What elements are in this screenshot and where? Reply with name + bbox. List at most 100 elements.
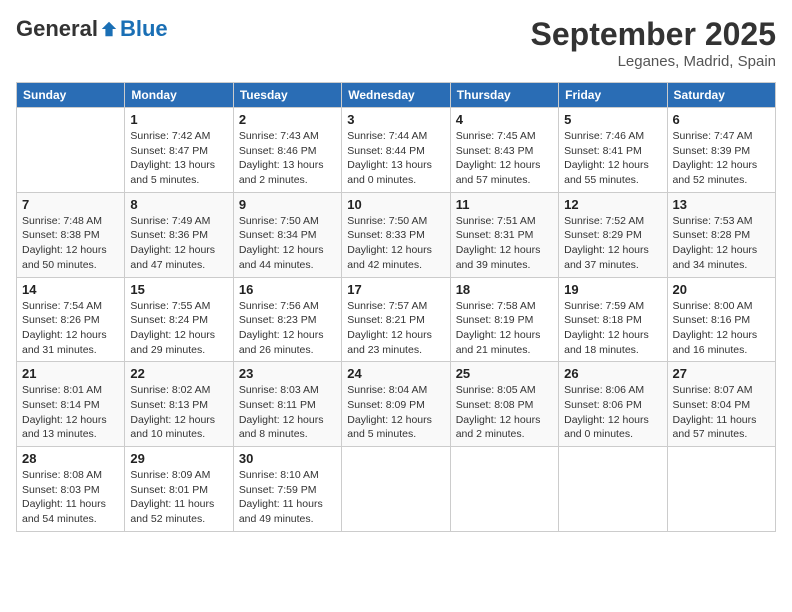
logo-blue: Blue [120, 16, 168, 42]
day-info: Sunrise: 7:53 AMSunset: 8:28 PMDaylight:… [673, 214, 770, 273]
day-number: 1 [130, 112, 227, 127]
day-number: 22 [130, 366, 227, 381]
calendar-cell [342, 447, 450, 532]
day-info: Sunrise: 8:07 AMSunset: 8:04 PMDaylight:… [673, 383, 770, 442]
calendar-cell: 11Sunrise: 7:51 AMSunset: 8:31 PMDayligh… [450, 192, 558, 277]
day-number: 12 [564, 197, 661, 212]
day-info: Sunrise: 7:55 AMSunset: 8:24 PMDaylight:… [130, 299, 227, 358]
day-info: Sunrise: 7:59 AMSunset: 8:18 PMDaylight:… [564, 299, 661, 358]
day-info: Sunrise: 7:50 AMSunset: 8:33 PMDaylight:… [347, 214, 444, 273]
calendar-cell: 4 Sunrise: 7:45 AMSunset: 8:43 PMDaylight… [450, 108, 558, 193]
calendar-cell: 18Sunrise: 7:58 AMSunset: 8:19 PMDayligh… [450, 277, 558, 362]
day-number: 27 [673, 366, 770, 381]
calendar-cell: 25 Sunrise: 8:05 AMSunset: 8:08 PMDayligh… [450, 362, 558, 447]
day-info: Sunrise: 7:56 AMSunset: 8:23 PMDaylight:… [239, 299, 336, 358]
calendar-cell: 22 Sunrise: 8:02 AMSunset: 8:13 PMDayligh… [125, 362, 233, 447]
calendar-week-5: 28Sunrise: 8:08 AMSunset: 8:03 PMDayligh… [17, 447, 776, 532]
day-number: 17 [347, 282, 444, 297]
day-info: Sunrise: 8:04 AMSunset: 8:09 PMDaylight:… [347, 383, 444, 442]
day-info: Sunrise: 7:51 AMSunset: 8:31 PMDaylight:… [456, 214, 553, 273]
calendar-cell: 8 Sunrise: 7:49 AMSunset: 8:36 PMDaylight… [125, 192, 233, 277]
calendar-cell: 15 Sunrise: 7:55 AMSunset: 8:24 PMDayligh… [125, 277, 233, 362]
calendar-cell: 12 Sunrise: 7:52 AMSunset: 8:29 PMDayligh… [559, 192, 667, 277]
calendar-cell: 10 Sunrise: 7:50 AMSunset: 8:33 PMDayligh… [342, 192, 450, 277]
day-number: 3 [347, 112, 444, 127]
day-info: Sunrise: 7:50 AMSunset: 8:34 PMDaylight:… [239, 214, 336, 273]
day-number: 7 [22, 197, 119, 212]
day-info: Sunrise: 7:42 AMSunset: 8:47 PMDaylight:… [130, 129, 227, 188]
day-number: 15 [130, 282, 227, 297]
day-info: Sunrise: 7:47 AMSunset: 8:39 PMDaylight:… [673, 129, 770, 188]
title-block: September 2025 Leganes, Madrid, Spain [531, 16, 776, 70]
day-number: 18 [456, 282, 553, 297]
header-monday: Monday [125, 83, 233, 108]
calendar-cell [667, 447, 775, 532]
header-wednesday: Wednesday [342, 83, 450, 108]
day-info: Sunrise: 8:03 AMSunset: 8:11 PMDaylight:… [239, 383, 336, 442]
day-info: Sunrise: 7:43 AMSunset: 8:46 PMDaylight:… [239, 129, 336, 188]
day-number: 30 [239, 451, 336, 466]
day-info: Sunrise: 8:09 AMSunset: 8:01 PMDaylight:… [130, 468, 227, 527]
header-tuesday: Tuesday [233, 83, 341, 108]
calendar-cell: 13 Sunrise: 7:53 AMSunset: 8:28 PMDayligh… [667, 192, 775, 277]
day-info: Sunrise: 8:05 AMSunset: 8:08 PMDaylight:… [456, 383, 553, 442]
day-number: 10 [347, 197, 444, 212]
calendar-week-3: 14 Sunrise: 7:54 AMSunset: 8:26 PMDayligh… [17, 277, 776, 362]
calendar-cell: 6 Sunrise: 7:47 AMSunset: 8:39 PMDaylight… [667, 108, 775, 193]
day-number: 19 [564, 282, 661, 297]
day-info: Sunrise: 7:44 AMSunset: 8:44 PMDaylight:… [347, 129, 444, 188]
day-info: Sunrise: 8:06 AMSunset: 8:06 PMDaylight:… [564, 383, 661, 442]
calendar-table: SundayMondayTuesdayWednesdayThursdayFrid… [16, 82, 776, 532]
day-number: 2 [239, 112, 336, 127]
logo-icon [100, 20, 118, 38]
logo: General Blue [16, 16, 168, 42]
day-number: 13 [673, 197, 770, 212]
calendar-cell: 27 Sunrise: 8:07 AMSunset: 8:04 PMDayligh… [667, 362, 775, 447]
calendar-cell: 5 Sunrise: 7:46 AMSunset: 8:41 PMDaylight… [559, 108, 667, 193]
day-info: Sunrise: 8:01 AMSunset: 8:14 PMDaylight:… [22, 383, 119, 442]
day-number: 9 [239, 197, 336, 212]
calendar-cell: 26 Sunrise: 8:06 AMSunset: 8:06 PMDayligh… [559, 362, 667, 447]
calendar-cell: 2 Sunrise: 7:43 AMSunset: 8:46 PMDaylight… [233, 108, 341, 193]
header-friday: Friday [559, 83, 667, 108]
location-subtitle: Leganes, Madrid, Spain [531, 53, 776, 70]
calendar-cell: 24 Sunrise: 8:04 AMSunset: 8:09 PMDayligh… [342, 362, 450, 447]
day-info: Sunrise: 7:52 AMSunset: 8:29 PMDaylight:… [564, 214, 661, 273]
calendar-cell: 7 Sunrise: 7:48 AMSunset: 8:38 PMDaylight… [17, 192, 125, 277]
day-number: 6 [673, 112, 770, 127]
day-info: Sunrise: 7:54 AMSunset: 8:26 PMDaylight:… [22, 299, 119, 358]
calendar-cell: 9 Sunrise: 7:50 AMSunset: 8:34 PMDaylight… [233, 192, 341, 277]
calendar-week-4: 21 Sunrise: 8:01 AMSunset: 8:14 PMDayligh… [17, 362, 776, 447]
day-number: 16 [239, 282, 336, 297]
day-info: Sunrise: 7:45 AMSunset: 8:43 PMDaylight:… [456, 129, 553, 188]
logo-general: General [16, 16, 98, 42]
calendar-cell: 3 Sunrise: 7:44 AMSunset: 8:44 PMDaylight… [342, 108, 450, 193]
day-info: Sunrise: 8:10 AMSunset: 7:59 PMDaylight:… [239, 468, 336, 527]
calendar-week-1: 1 Sunrise: 7:42 AMSunset: 8:47 PMDaylight… [17, 108, 776, 193]
day-info: Sunrise: 8:08 AMSunset: 8:03 PMDaylight:… [22, 468, 119, 527]
day-number: 24 [347, 366, 444, 381]
day-number: 26 [564, 366, 661, 381]
page-header: General Blue September 2025 Leganes, Mad… [16, 16, 776, 70]
day-number: 14 [22, 282, 119, 297]
day-info: Sunrise: 8:02 AMSunset: 8:13 PMDaylight:… [130, 383, 227, 442]
day-info: Sunrise: 7:46 AMSunset: 8:41 PMDaylight:… [564, 129, 661, 188]
header-saturday: Saturday [667, 83, 775, 108]
day-number: 8 [130, 197, 227, 212]
day-info: Sunrise: 7:48 AMSunset: 8:38 PMDaylight:… [22, 214, 119, 273]
calendar-cell [450, 447, 558, 532]
day-number: 21 [22, 366, 119, 381]
day-info: Sunrise: 7:49 AMSunset: 8:36 PMDaylight:… [130, 214, 227, 273]
header-thursday: Thursday [450, 83, 558, 108]
day-number: 20 [673, 282, 770, 297]
day-number: 4 [456, 112, 553, 127]
calendar-cell [17, 108, 125, 193]
calendar-cell: 30 Sunrise: 8:10 AMSunset: 7:59 PMDayligh… [233, 447, 341, 532]
calendar-cell: 1 Sunrise: 7:42 AMSunset: 8:47 PMDaylight… [125, 108, 233, 193]
day-number: 29 [130, 451, 227, 466]
calendar-cell: 16 Sunrise: 7:56 AMSunset: 8:23 PMDayligh… [233, 277, 341, 362]
day-number: 5 [564, 112, 661, 127]
calendar-header-row: SundayMondayTuesdayWednesdayThursdayFrid… [17, 83, 776, 108]
calendar-cell: 29 Sunrise: 8:09 AMSunset: 8:01 PMDayligh… [125, 447, 233, 532]
day-number: 25 [456, 366, 553, 381]
